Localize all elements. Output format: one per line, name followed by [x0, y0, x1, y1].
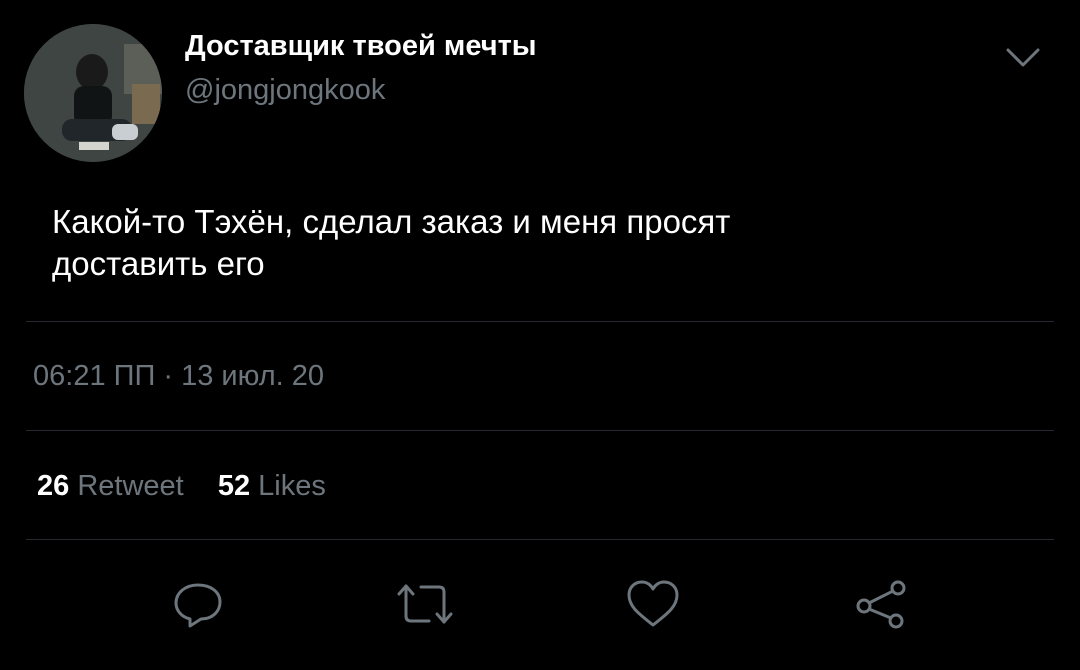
avatar[interactable]: [24, 24, 162, 162]
share-icon: [856, 580, 906, 629]
reply-button[interactable]: [168, 574, 228, 634]
author-display-name[interactable]: Доставщик твоей мечты: [185, 30, 537, 63]
retweets-count: 26: [37, 470, 70, 502]
retweets-stat[interactable]: 26 Retweet: [37, 470, 192, 502]
tweet-text: Какой-то Тэхён, сделал заказ и меня прос…: [52, 203, 731, 282]
chevron-down-icon: [1006, 48, 1040, 67]
more-options-button[interactable]: [1000, 38, 1046, 78]
engagement-stats: 26 Retweet 52 Likes: [37, 470, 326, 503]
heart-icon: [627, 580, 679, 627]
author-handle[interactable]: @jongjongkook: [185, 74, 385, 107]
likes-count: 52: [217, 470, 251, 502]
retweet-icon: [397, 584, 453, 624]
reply-icon: [174, 583, 222, 628]
likes-stat[interactable]: 52 Likes: [218, 470, 326, 502]
retweet-button[interactable]: [395, 574, 455, 634]
retweets-label: Retweet: [77, 470, 184, 502]
divider: [26, 539, 1054, 540]
share-button[interactable]: [852, 574, 912, 634]
divider: [26, 430, 1054, 431]
tweet-timestamp[interactable]: 06:21 ПП · 13 июл. 20: [33, 360, 324, 393]
likes-label: Likes: [258, 470, 326, 502]
like-button[interactable]: [623, 574, 683, 634]
divider: [26, 321, 1054, 322]
